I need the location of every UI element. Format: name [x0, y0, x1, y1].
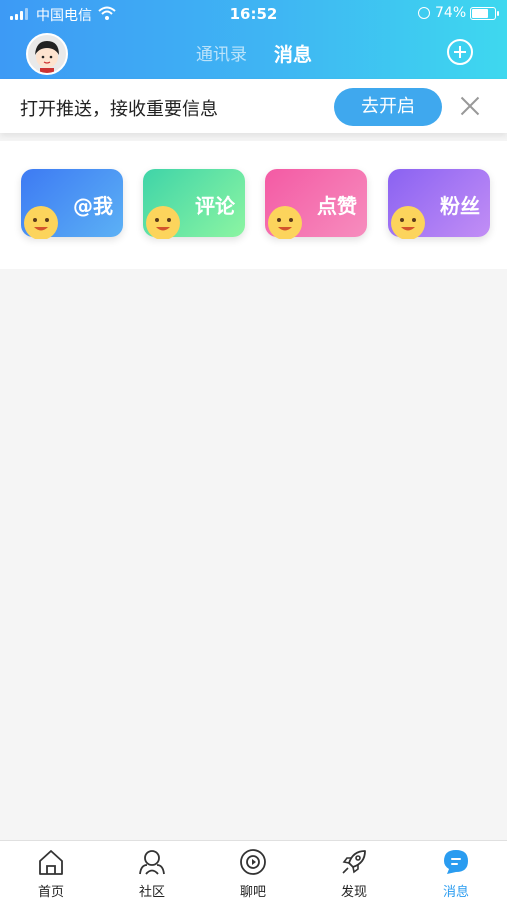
tab-label: 社区: [138, 885, 165, 900]
message-categories: @我 评论 点赞 粉丝: [0, 141, 507, 269]
battery-icon: [470, 7, 499, 20]
close-icon[interactable]: [460, 96, 480, 116]
emoji-face-icon: [24, 206, 58, 239]
enable-push-button[interactable]: 去开启: [334, 88, 442, 126]
tab-messages[interactable]: 消息: [274, 40, 312, 67]
emoji-face-icon: [391, 206, 425, 239]
push-banner-text: 打开推送，接收重要信息: [20, 99, 218, 120]
avatar-icon: [35, 41, 59, 73]
push-banner: 打开推送，接收重要信息 去开启: [0, 79, 507, 133]
category-comments[interactable]: 评论: [143, 169, 245, 239]
emoji-face-icon: [268, 206, 302, 239]
tab-label: 发现: [340, 885, 367, 900]
tab-messages-bottom[interactable]: 消息: [416, 841, 496, 901]
tab-label: 聊吧: [239, 885, 266, 900]
rocket-icon: [342, 850, 366, 874]
category-label: 评论: [195, 194, 235, 218]
tab-contacts[interactable]: 通讯录: [196, 40, 247, 65]
user-avatar[interactable]: [26, 33, 68, 75]
battery-percent: 74%: [435, 5, 467, 21]
tab-chat-bar[interactable]: 聊吧: [213, 841, 293, 901]
message-icon: [444, 850, 468, 874]
emoji-face-icon: [146, 206, 180, 239]
tab-community[interactable]: 社区: [112, 841, 192, 901]
bottom-tab-bar: 首页 社区 聊吧 发现 消息: [0, 840, 507, 901]
category-at-me[interactable]: @我: [21, 169, 123, 239]
community-icon: [139, 850, 165, 875]
plus-circle-icon[interactable]: [447, 39, 473, 65]
category-label: @我: [73, 194, 113, 218]
tab-home[interactable]: 首页: [11, 841, 91, 901]
category-fans[interactable]: 粉丝: [388, 169, 490, 239]
top-header: 中国电信 16:52 74% 通讯录 消息: [0, 0, 507, 79]
chat-bar-icon: [240, 849, 266, 875]
category-label: 点赞: [317, 194, 357, 218]
home-icon: [39, 850, 63, 875]
category-label: 粉丝: [440, 194, 480, 218]
rotation-lock-icon: [418, 7, 430, 19]
status-time: 16:52: [229, 5, 278, 23]
category-likes[interactable]: 点赞: [265, 169, 367, 239]
tab-label: 消息: [442, 885, 469, 900]
tab-label: 首页: [37, 885, 64, 900]
status-bar: 中国电信 16:52 74%: [0, 0, 507, 27]
tab-discover[interactable]: 发现: [314, 841, 394, 901]
